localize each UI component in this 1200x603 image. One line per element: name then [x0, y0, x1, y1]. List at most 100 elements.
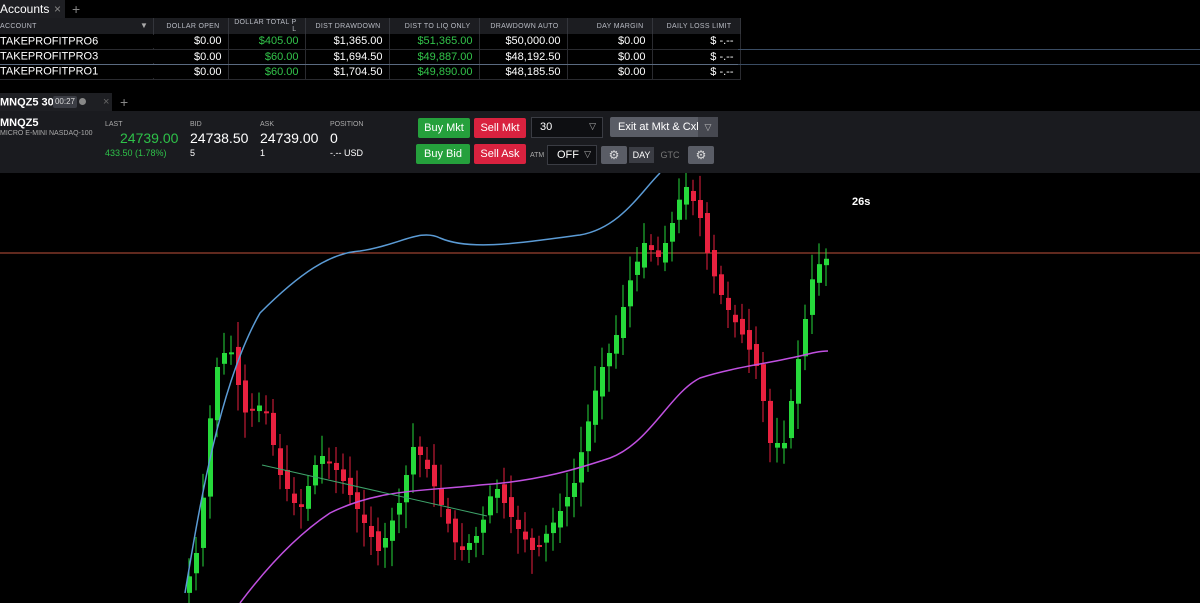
candle-body	[222, 353, 227, 364]
column-header[interactable]: DIST DRAWDOWN	[305, 18, 390, 34]
candle-body	[439, 488, 444, 505]
trendline[interactable]	[261, 464, 488, 517]
sell-market-button[interactable]: Sell Mkt	[474, 118, 526, 138]
column-header[interactable]: DAILY LOSS LIMIT	[652, 18, 741, 34]
tab-accounts[interactable]: Accounts ×	[0, 0, 65, 18]
redaction-block	[98, 34, 169, 48]
candle-body	[495, 489, 500, 498]
candle-body	[418, 446, 423, 455]
add-tab-icon[interactable]: +	[120, 94, 128, 110]
row-divider	[738, 49, 1200, 50]
redaction-block	[98, 65, 169, 78]
candle-body	[635, 261, 640, 275]
day-margin-cell: $0.00	[567, 64, 653, 80]
dist-drawdown-cell: $1,694.50	[305, 48, 390, 65]
account-cell: TAKEPROFITPRO6	[0, 34, 169, 50]
candle-body	[733, 314, 738, 323]
close-icon[interactable]: ×	[54, 2, 61, 16]
dist-liq-cell: $49,887.00	[389, 48, 480, 65]
candle-body	[726, 297, 731, 310]
candle-body	[432, 464, 437, 487]
status-dot-icon	[79, 98, 86, 105]
candle-body	[684, 187, 689, 205]
candle-body	[194, 553, 199, 574]
bar-timer-badge: 00:27	[53, 96, 77, 108]
candle-body	[509, 497, 514, 517]
position-value: 0	[330, 130, 338, 146]
dist-liq-cell: $51,365.00	[389, 34, 480, 50]
daily-loss-cell: $ -.--	[652, 34, 741, 50]
ask-price: 24739.00	[260, 130, 319, 146]
candle-body	[642, 243, 647, 268]
candle-body	[229, 352, 234, 355]
daily-loss-cell: $ -.--	[652, 48, 741, 65]
candle-body	[278, 448, 283, 475]
tif-gtc-toggle[interactable]: GTC	[656, 147, 684, 163]
candle-body	[313, 465, 318, 486]
chevron-down-icon: ▽	[589, 121, 596, 131]
dist-liq-cell: $49,890.00	[389, 64, 480, 80]
candle-body	[656, 250, 661, 257]
total-pl-cell: $405.00	[228, 34, 306, 50]
tif-day-toggle[interactable]: DAY	[629, 147, 654, 163]
sell-ask-button[interactable]: Sell Ask	[474, 144, 526, 164]
candle-body	[334, 462, 339, 470]
accounts-tabbar	[0, 0, 1200, 18]
column-header[interactable]: DRAWDOWN AUTO	[479, 18, 568, 34]
candle-body	[677, 199, 682, 220]
close-icon[interactable]: ×	[103, 96, 109, 108]
candle-body	[285, 469, 290, 489]
quantity-select[interactable]: 30 ▽	[531, 117, 603, 138]
candle-body	[705, 213, 710, 253]
candle-body	[558, 511, 563, 528]
candle-body	[719, 274, 724, 295]
order-settings-gear-icon[interactable]: ⚙	[688, 146, 714, 164]
chart-tab-label: MNQZ5 30	[0, 96, 54, 109]
bid-label: BID	[190, 121, 202, 128]
ask-size: 1	[260, 148, 266, 158]
candle-body	[425, 459, 430, 469]
column-header[interactable]: ACCOUNT	[0, 18, 154, 34]
symbol-description: MICRO E-MINI NASDAQ-100	[0, 130, 93, 137]
candle-body	[607, 353, 612, 367]
column-header[interactable]: DOLLAR TOTAL P L	[228, 18, 306, 34]
buy-bid-button[interactable]: Buy Bid	[416, 144, 470, 164]
column-header[interactable]: DOLLAR OPEN	[153, 18, 229, 34]
candle-body	[481, 519, 486, 533]
candle-body	[271, 412, 276, 445]
candle-body	[747, 330, 752, 350]
candle-body	[621, 307, 626, 339]
daily-loss-cell: $ -.--	[652, 64, 741, 80]
candle-body	[614, 335, 619, 354]
upper-band-line	[184, 173, 661, 594]
exit-button-label: Exit at Mkt & Cxl	[618, 121, 699, 133]
exit-at-market-button[interactable]: Exit at Mkt & Cxl ▽	[610, 117, 718, 137]
candlestick-chart[interactable]	[0, 173, 1200, 603]
candle-body	[537, 544, 542, 547]
last-label: LAST	[105, 121, 123, 128]
sort-caret-icon: ▼	[140, 21, 148, 30]
accounts-table: ACCOUNT DOLLAR OPEN DOLLAR TOTAL P L DIS…	[0, 18, 741, 80]
table-row[interactable]: TAKEPROFITPRO1 $0.00 $60.00 $1,704.50 $4…	[0, 64, 741, 80]
column-header[interactable]: DIST TO LIQ ONLY	[389, 18, 480, 34]
table-row[interactable]: TAKEPROFITPRO6 $0.00 $405.00 $1,365.00 $…	[0, 34, 741, 50]
add-tab-icon[interactable]: +	[72, 1, 80, 17]
atm-label: ATM	[530, 152, 545, 159]
candle-body	[663, 243, 668, 263]
position-pl: -.-- USD	[330, 148, 363, 158]
candle-body	[544, 533, 549, 543]
atm-select[interactable]: OFF ▽	[547, 145, 597, 165]
candle-body	[257, 405, 262, 412]
buy-market-button[interactable]: Buy Mkt	[418, 118, 470, 138]
table-row[interactable]: TAKEPROFITPRO3 $0.00 $60.00 $1,694.50 $4…	[0, 48, 741, 65]
column-header[interactable]: DAY MARGIN	[567, 18, 653, 34]
chevron-down-icon[interactable]: ▽	[698, 117, 718, 137]
candle-body	[376, 531, 381, 551]
candle-body	[565, 497, 570, 507]
atm-settings-gear-icon[interactable]: ⚙	[601, 146, 627, 164]
chart-tabbar	[0, 93, 1200, 111]
atm-value: OFF	[557, 149, 579, 161]
candle-body	[327, 461, 332, 464]
candle-body	[551, 522, 556, 534]
candle-body	[803, 319, 808, 357]
